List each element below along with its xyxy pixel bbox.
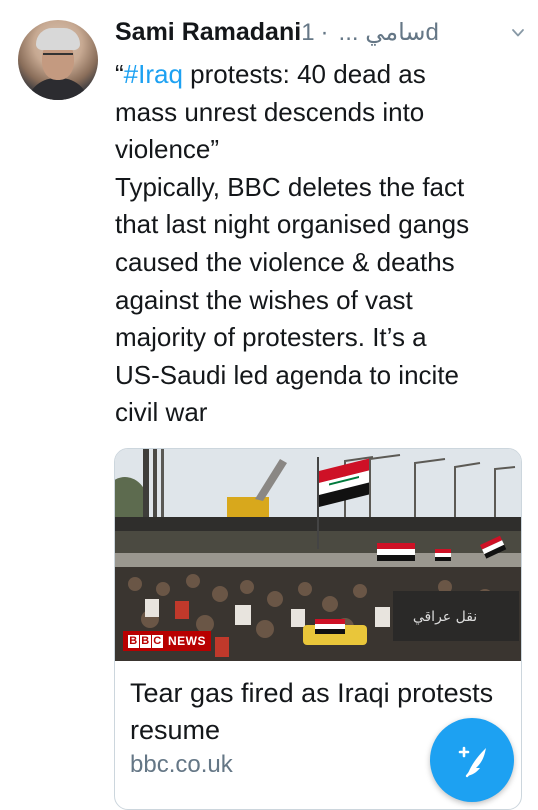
protest-scene-illustration: نقل عراقي [115,449,521,661]
avatar-glasses [43,53,73,61]
banner-sign-text: نقل عراقي [413,609,477,625]
tweet-text-line: US-Saudi led agenda to incite [115,359,460,390]
hashtag-link[interactable]: #Iraq [124,59,183,89]
card-domain[interactable]: bbc.co.uk [130,751,233,779]
tweet-text-line: violence” [115,134,220,165]
tweet-text-line: against the wishes of vast [115,284,413,315]
tweet[interactable]: Sami Ramadani سامي ...·1d “#Iraq protests… [0,0,538,810]
bbc-logo-block: B [140,634,151,648]
tweet-text-segment: protests: 40 dead as [182,59,426,89]
avatar-shirt [26,78,90,100]
news-photo[interactable]: نقل عراقي B B C NEWS [115,449,521,661]
avatar-hair [36,28,80,50]
author-handle[interactable]: سامي ... [339,19,426,46]
tweet-text-line: “#Iraq protests: 40 dead as [115,56,525,94]
tweet-text-line: mass unrest descends into [115,96,425,127]
tweet-header: Sami Ramadani سامي ...·1d [115,18,525,52]
tweet-text-line: caused the violence & deaths [115,246,455,277]
bbc-logo-block: C [152,634,163,648]
bbc-news-label: NEWS [168,634,206,648]
bbc-logo-block: B [128,634,139,648]
bbc-news-badge: B B C NEWS [123,631,211,651]
tweet-text-line: Typically, BBC deletes the fact [115,171,465,202]
compose-tweet-icon [458,746,486,778]
tweet-text-line: civil war [115,397,208,428]
tweet-text-line: majority of protesters. It’s a [115,322,427,353]
separator-dot: · [320,19,329,46]
compose-tweet-button[interactable] [430,718,514,802]
chevron-down-icon[interactable] [511,26,525,40]
open-quote: “ [115,59,124,89]
tweet-text: “#Iraq protests: 40 dead as mass unrest … [115,56,525,432]
tweet-text-line: that last night organised gangs [115,209,470,240]
author-name[interactable]: Sami Ramadani [115,18,301,46]
avatar[interactable] [18,20,98,100]
